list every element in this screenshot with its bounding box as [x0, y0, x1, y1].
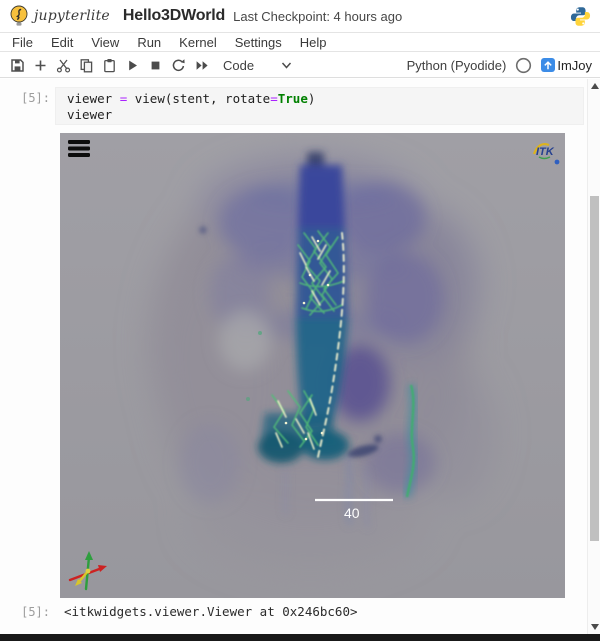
scrollbar-thumb[interactable]: [590, 196, 599, 541]
imjoy-button[interactable]: ImJoy: [541, 58, 592, 73]
play-icon: [125, 58, 140, 73]
imjoy-icon: [541, 58, 555, 72]
checkpoint-status: Last Checkpoint: 4 hours ago: [233, 9, 402, 24]
paste-cell-button[interactable]: [98, 55, 121, 76]
notebook-title[interactable]: Hello3DWorld: [123, 7, 225, 25]
kernel-name-button[interactable]: Python (Pyodide): [407, 58, 507, 73]
copy-icon: [79, 58, 94, 73]
input-prompt: [5]:: [0, 91, 50, 105]
scrollbar-up-icon[interactable]: [591, 83, 599, 89]
restart-icon: [171, 58, 186, 73]
jupyterlite-logo[interactable]: jupyterlite: [9, 5, 110, 28]
bottom-border-bar: [0, 634, 600, 641]
menu-run[interactable]: Run: [128, 35, 170, 50]
imjoy-label: ImJoy: [557, 58, 592, 73]
menu-bar: File Edit View Run Kernel Settings Help: [0, 34, 600, 52]
restart-kernel-button[interactable]: [167, 55, 190, 76]
output-repr: <itkwidgets.viewer.Viewer at 0x246bc60>: [64, 604, 358, 619]
scissors-icon: [56, 58, 71, 73]
run-cell-button[interactable]: [121, 55, 144, 76]
cut-cell-button[interactable]: [52, 55, 75, 76]
jupyterlite-bulb-icon: [9, 5, 29, 28]
itk-3d-viewer[interactable]: 40: [60, 133, 565, 598]
scrollbar-down-icon[interactable]: [591, 624, 599, 630]
menu-kernel[interactable]: Kernel: [170, 35, 226, 50]
plus-icon: [33, 58, 48, 73]
jupyterlite-wordmark: jupyterlite: [34, 8, 110, 24]
cell-type-dropdown[interactable]: Code: [223, 58, 254, 73]
output-prompt: [5]:: [0, 605, 50, 619]
scale-bar-value: 40: [344, 505, 360, 521]
code-cell-editor[interactable]: viewer = view(stent, rotate=True) viewer: [55, 87, 584, 125]
menu-file[interactable]: File: [3, 35, 42, 50]
python-logo-icon: [570, 6, 591, 32]
viewer-menu-icon[interactable]: [68, 140, 90, 157]
menu-settings[interactable]: Settings: [226, 35, 291, 50]
itk-logo-text: ITK: [536, 146, 555, 158]
chevron-down-icon: [280, 59, 293, 71]
volume-rendering[interactable]: 40: [60, 133, 565, 598]
save-icon: [10, 58, 25, 73]
cell-type-chevron[interactable]: [280, 59, 293, 71]
restart-run-all-button[interactable]: [190, 55, 213, 76]
interrupt-kernel-button[interactable]: [144, 55, 167, 76]
stop-icon: [148, 58, 163, 73]
kernel-status-icon[interactable]: [515, 57, 532, 74]
clipboard-icon: [102, 58, 117, 73]
menu-help[interactable]: Help: [291, 35, 336, 50]
code-line-1: viewer = view(stent, rotate=True): [67, 91, 583, 107]
jupyterlite-window: jupyterlite Hello3DWorld Last Checkpoint…: [0, 0, 600, 641]
vertical-scrollbar[interactable]: [587, 79, 600, 634]
notebook-panel: [5]: viewer = view(stent, rotate=True) v…: [0, 79, 600, 634]
copy-cell-button[interactable]: [75, 55, 98, 76]
menu-view[interactable]: View: [82, 35, 128, 50]
save-button[interactable]: [6, 55, 29, 76]
menu-edit[interactable]: Edit: [42, 35, 82, 50]
top-bar: jupyterlite Hello3DWorld Last Checkpoint…: [0, 0, 600, 33]
fast-forward-icon: [194, 58, 210, 73]
code-line-2: viewer: [67, 107, 583, 123]
insert-cell-button[interactable]: [29, 55, 52, 76]
notebook-toolbar: Code Python (Pyodide) ImJoy: [0, 53, 600, 78]
